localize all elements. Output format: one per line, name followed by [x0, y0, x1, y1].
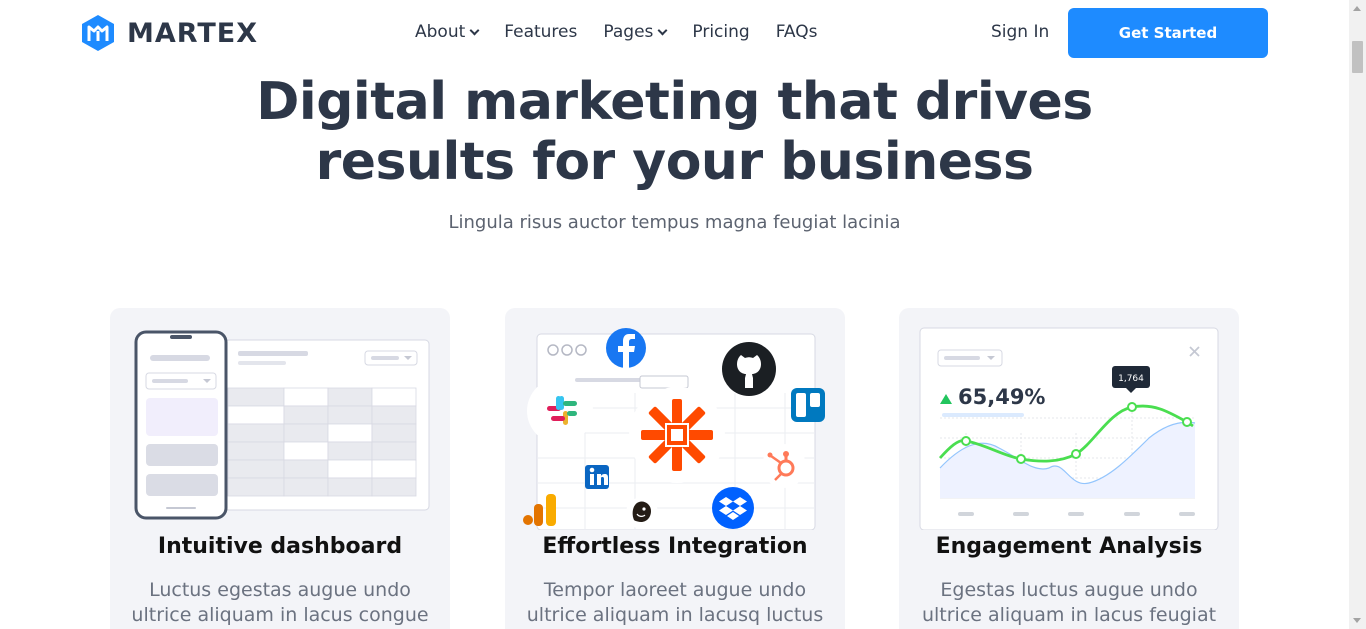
nav-item-pricing[interactable]: Pricing: [692, 22, 749, 42]
card-text: Tempor laoreet augue undo ultrice aliqua…: [525, 578, 825, 628]
zapier-icon: [629, 387, 725, 483]
card-title: Effortless Integration: [542, 534, 808, 559]
dropbox-icon: [712, 487, 754, 529]
hero-title: Digital marketing that drives results fo…: [0, 72, 1349, 192]
card-text-line1: Luctus egestas augue undo: [149, 579, 411, 601]
card-title: Engagement Analysis: [935, 534, 1203, 559]
slack-icon: [527, 378, 593, 444]
card-text-line2: ultrice aliquam in lacusq luctus: [526, 604, 824, 626]
card-text-line1: Egestas luctus augue undo: [940, 579, 1198, 601]
main-nav: About Features Pages Pricing FAQs: [415, 22, 844, 42]
scrollbar-thumb[interactable]: [1352, 41, 1363, 73]
sign-in-link[interactable]: Sign In: [991, 22, 1049, 42]
hubspot-icon: [762, 444, 806, 488]
site-header: MARTEX About Features Pages Pricing FAQs…: [0, 0, 1349, 68]
feature-card-analysis: 65,49% 1,764 Engagement Analysis Egestas…: [899, 308, 1239, 629]
nav-item-pages[interactable]: Pages: [603, 22, 668, 42]
nav-item-label: About: [415, 22, 466, 42]
nav-item-label: Features: [504, 22, 578, 42]
nav-item-about[interactable]: About: [415, 22, 480, 42]
nav-item-faqs[interactable]: FAQs: [776, 22, 818, 42]
mailchimp-icon: [626, 497, 658, 529]
brand-name: MARTEX: [127, 17, 259, 49]
stat-value: 65,49%: [958, 385, 1045, 409]
scroll-down-arrow-icon[interactable]: [1353, 618, 1361, 623]
nav-item-label: Pages: [603, 22, 654, 42]
landing-page: MARTEX About Features Pages Pricing FAQs…: [0, 0, 1366, 629]
nav-item-features[interactable]: Features: [504, 22, 577, 42]
integrations-illustration: [523, 328, 825, 530]
linkedin-icon: [585, 465, 609, 489]
tooltip-value: 1,764: [1118, 374, 1144, 384]
get-started-button[interactable]: Get Started: [1068, 8, 1268, 58]
scroll-up-arrow-icon[interactable]: [1353, 6, 1361, 11]
card-title: Intuitive dashboard: [157, 534, 403, 559]
page-scrollbar[interactable]: [1349, 0, 1366, 629]
card-text: Luctus egestas augue undo ultrice aliqua…: [130, 578, 430, 628]
chevron-down-icon: [469, 25, 480, 35]
feature-card-dashboard: Intuitive dashboard Luctus egestas augue…: [110, 308, 450, 629]
analytics-chart-illustration: 65,49% 1,764: [919, 327, 1219, 530]
card-text-line2: ultrice aliquam in lacus congue: [131, 604, 429, 626]
chevron-down-icon: [657, 25, 668, 35]
card-text: Egestas luctus augue undo ultrice aliqua…: [919, 578, 1219, 628]
card-text-line2: ultrice aliquam in lacus feugiat: [921, 604, 1217, 626]
nav-item-label: Pricing: [692, 22, 750, 42]
dashboard-mockup-illustration: [134, 330, 430, 520]
brand-logo[interactable]: MARTEX: [80, 14, 258, 52]
github-icon: [721, 341, 777, 397]
martex-logo-icon: [82, 15, 114, 51]
facebook-icon: [606, 328, 646, 368]
card-text-line1: Tempor laoreet augue undo: [543, 579, 807, 601]
hero-title-line1: Digital marketing that drives: [256, 72, 1093, 132]
nav-item-label: FAQs: [775, 22, 818, 42]
trello-icon: [791, 388, 825, 422]
hero-subtitle: Lingula risus auctor tempus magna feugia…: [448, 212, 901, 233]
hero-title-line2: results for your business: [315, 132, 1034, 192]
feature-card-integration: Effortless Integration Tempor laoreet au…: [505, 308, 845, 629]
